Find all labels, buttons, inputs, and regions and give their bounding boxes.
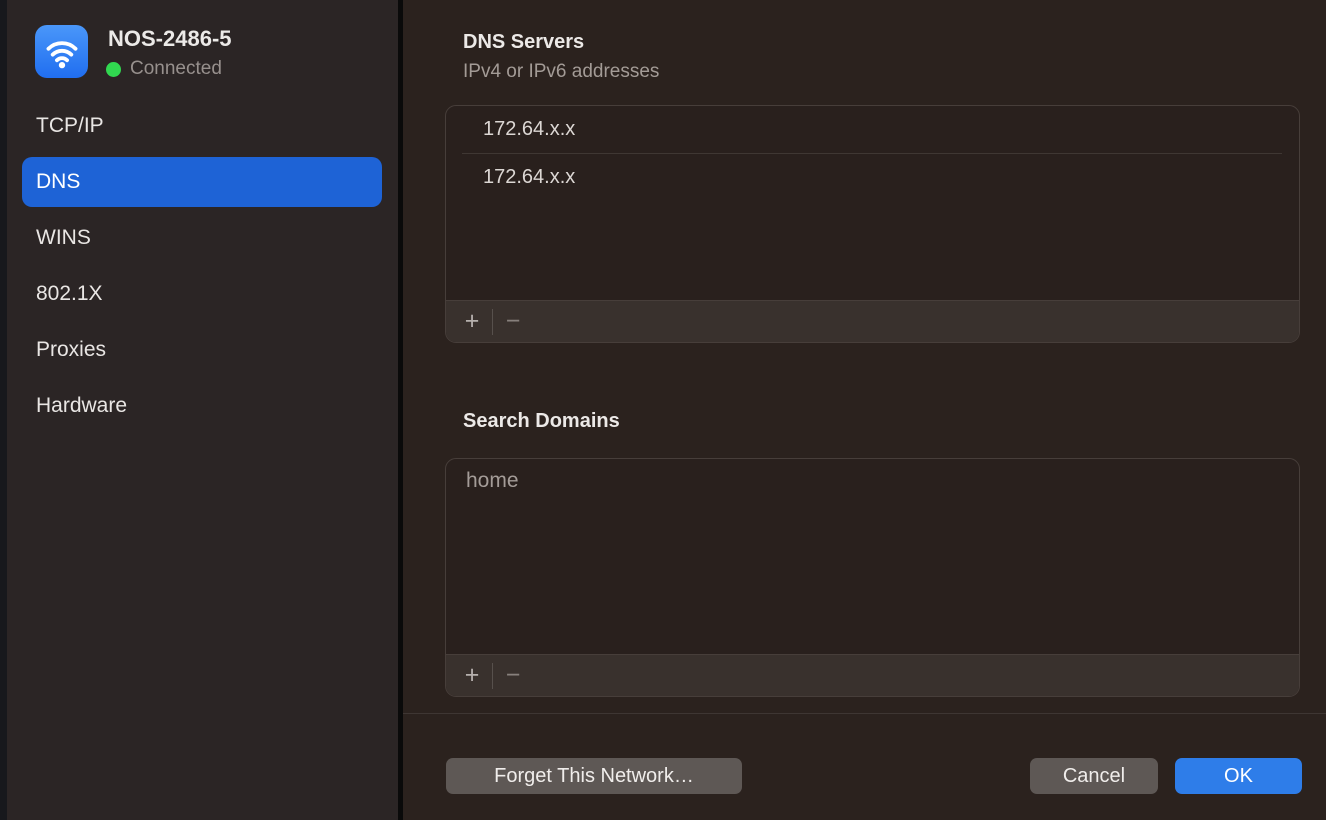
forget-network-button[interactable]: Forget This Network… <box>446 758 742 794</box>
sidebar-item-dns[interactable]: DNS <box>22 157 382 207</box>
sidebar-item-proxies[interactable]: Proxies <box>22 325 382 375</box>
search-domains-title: Search Domains <box>463 410 620 433</box>
ok-button[interactable]: OK <box>1175 758 1302 794</box>
dns-remove-button[interactable]: − <box>493 301 533 343</box>
wifi-icon <box>35 25 88 78</box>
search-domain-add-button[interactable]: + <box>452 655 492 697</box>
search-domains-footer: + − <box>446 654 1299 696</box>
dns-server-row[interactable]: 172.64.x.x <box>446 106 1299 153</box>
search-domains-listbox: home + − <box>445 458 1300 697</box>
sidebar-item-wins[interactable]: WINS <box>22 213 382 263</box>
dns-servers-rows: 172.64.x.x 172.64.x.x <box>446 106 1299 201</box>
sidebar-nav: TCP/IP DNS WINS 802.1X Proxies Hardware <box>22 101 382 437</box>
sidebar-item-hardware[interactable]: Hardware <box>22 381 382 431</box>
connected-status-dot-icon <box>106 62 121 77</box>
dns-add-button[interactable]: + <box>452 301 492 343</box>
bottom-bar-divider <box>403 713 1326 714</box>
dns-settings-panel: DNS Servers IPv4 or IPv6 addresses 172.6… <box>403 0 1326 820</box>
dns-servers-listbox: 172.64.x.x 172.64.x.x + − <box>445 105 1300 343</box>
sidebar: NOS-2486-5 Connected TCP/IP DNS WINS 802… <box>7 0 398 820</box>
connected-status-label: Connected <box>130 58 222 80</box>
wifi-waves-icon <box>40 30 84 74</box>
dns-server-row[interactable]: 172.64.x.x <box>446 154 1299 201</box>
dns-servers-footer: + − <box>446 300 1299 342</box>
search-domain-remove-button[interactable]: − <box>493 655 533 697</box>
sidebar-item-tcpip[interactable]: TCP/IP <box>22 101 382 151</box>
search-domains-rows: home <box>446 459 1299 503</box>
sidebar-item-8021x[interactable]: 802.1X <box>22 269 382 319</box>
dns-servers-subtitle: IPv4 or IPv6 addresses <box>463 61 659 83</box>
search-domain-row[interactable]: home <box>446 459 1299 503</box>
dns-servers-title: DNS Servers <box>463 31 584 54</box>
underlying-window-edge <box>0 0 7 820</box>
network-status: Connected <box>106 58 222 80</box>
network-name: NOS-2486-5 <box>108 26 232 52</box>
cancel-button[interactable]: Cancel <box>1030 758 1158 794</box>
